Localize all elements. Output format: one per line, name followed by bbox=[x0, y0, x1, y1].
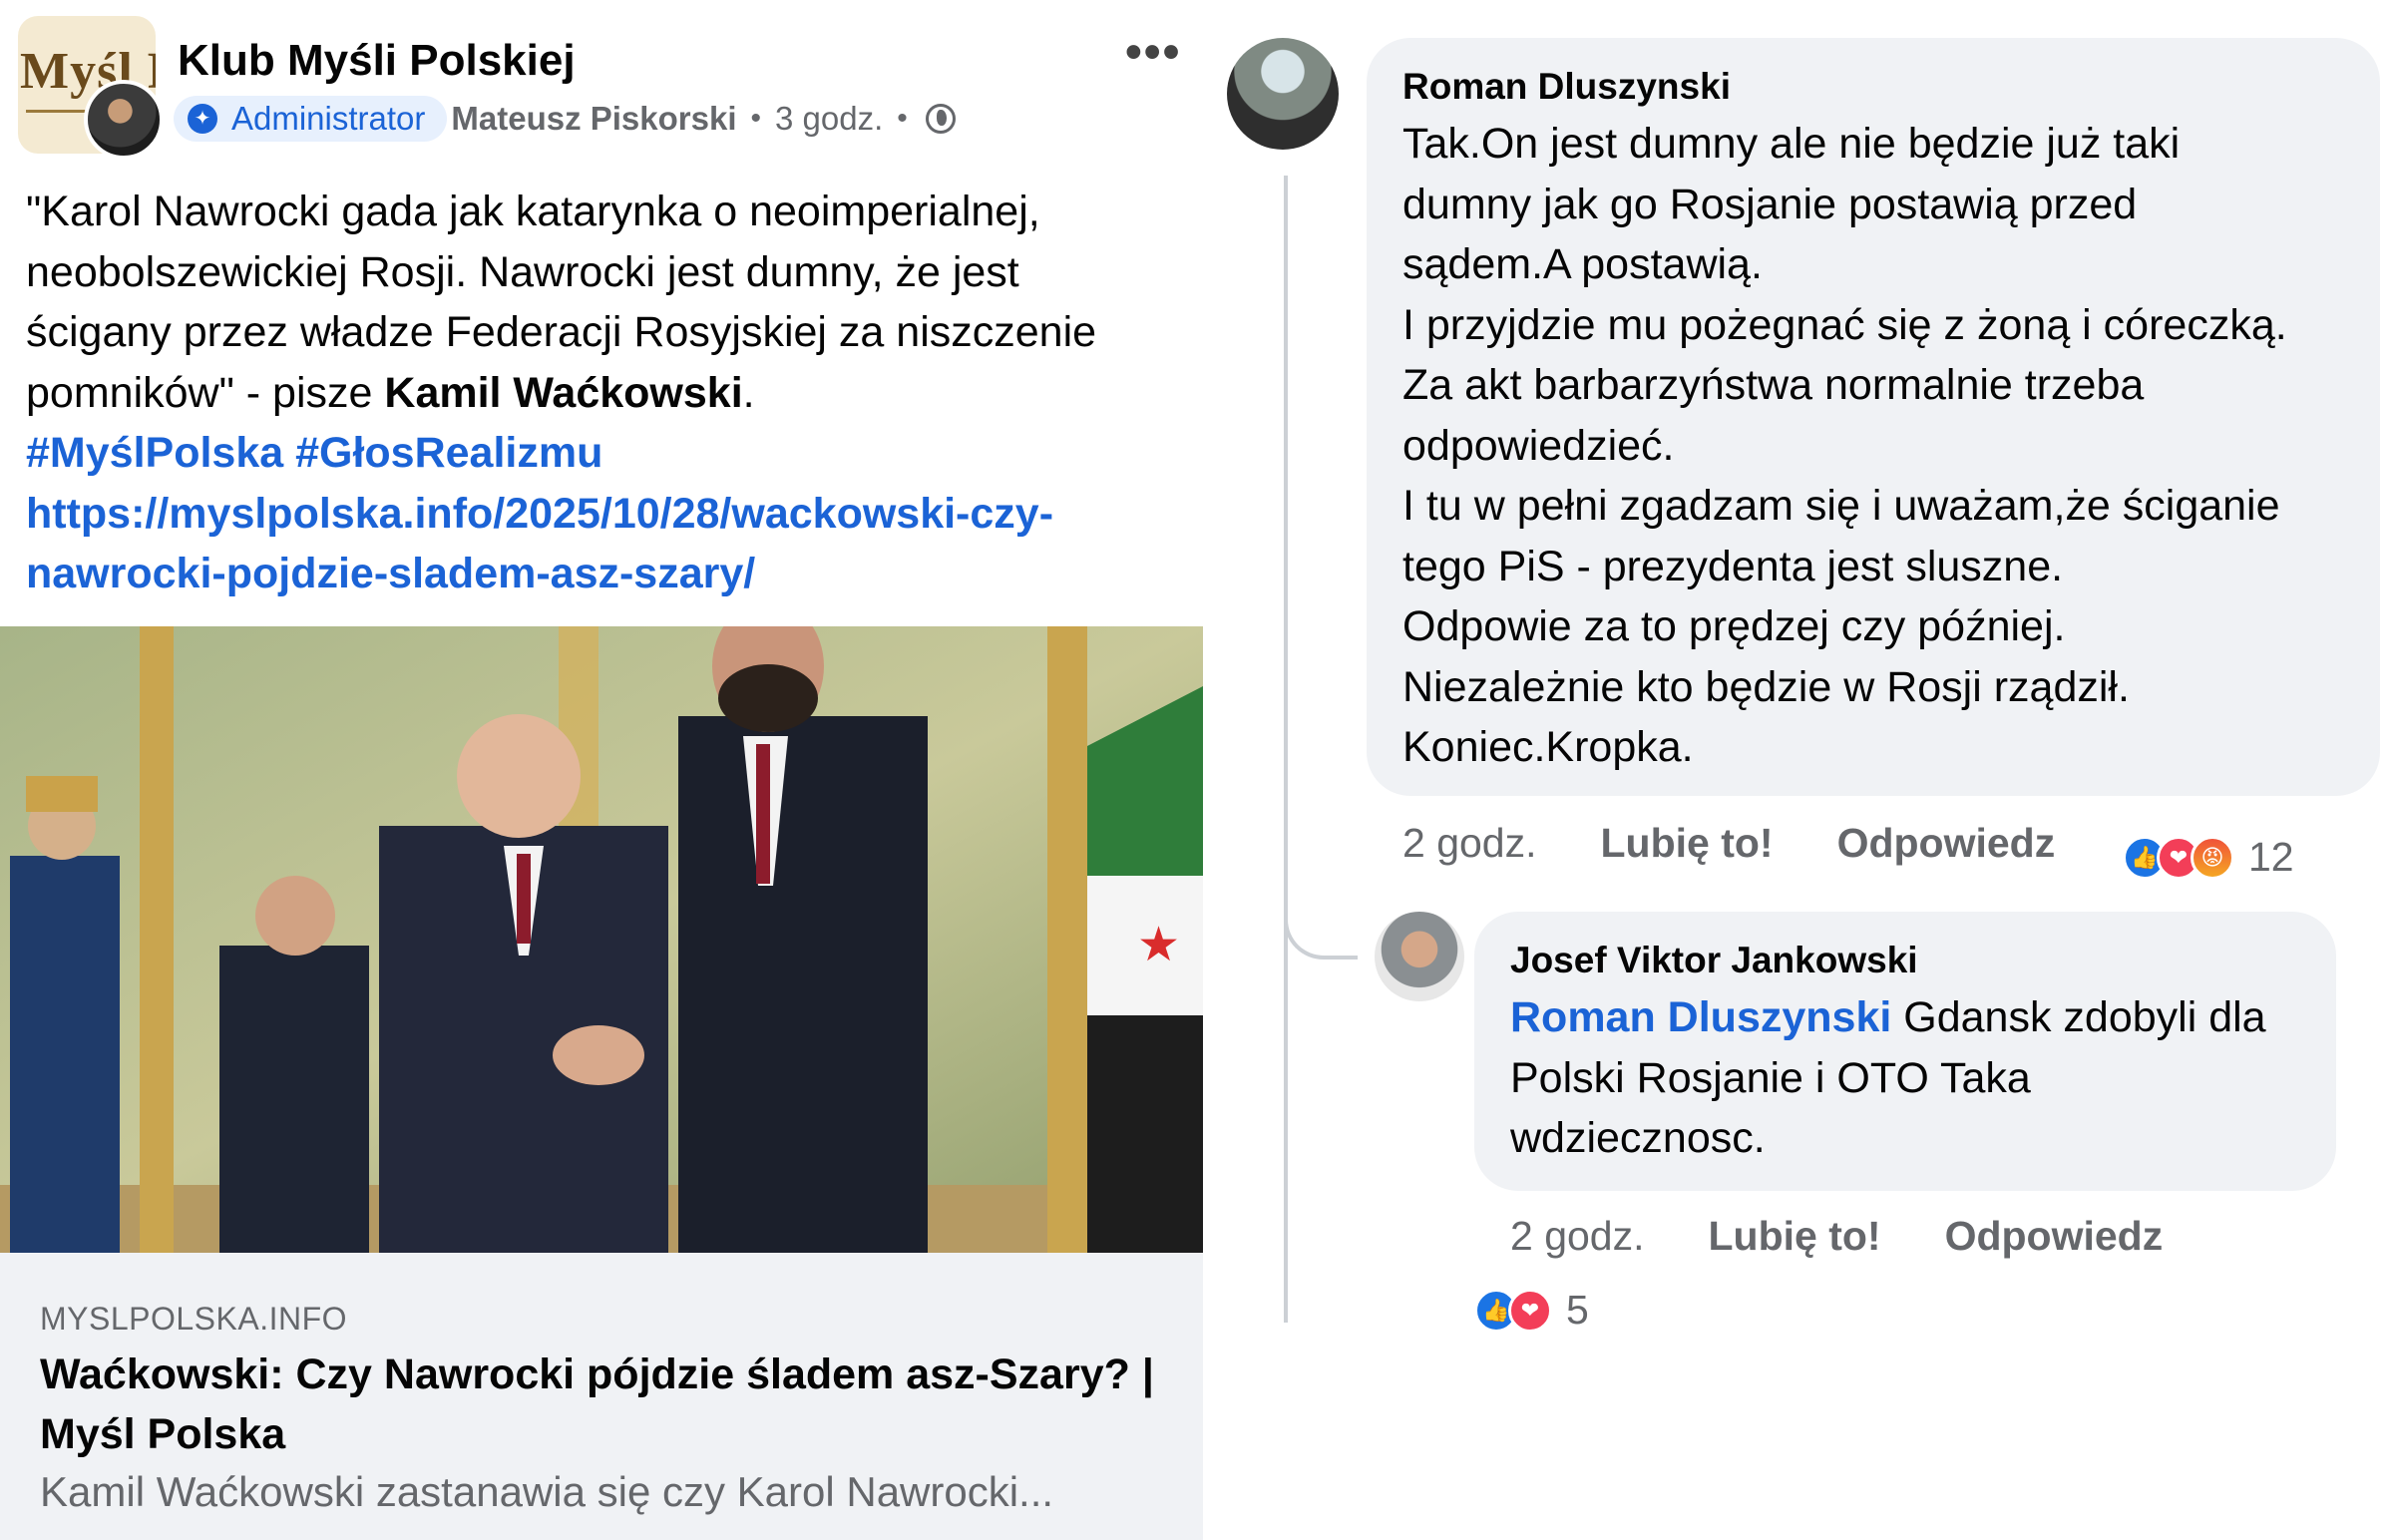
comment-actions: 2 godz. Lubię to! Odpowiedz bbox=[1402, 820, 2055, 867]
comment-text: Tak.On jest dumny ale nie będzie już tak… bbox=[1402, 114, 2287, 778]
globe-icon[interactable] bbox=[925, 104, 956, 134]
link-title[interactable]: Waćkowski: Czy Nawrocki pójdzie śladem a… bbox=[40, 1345, 1187, 1464]
reply-actions: 2 godz. Lubię to! Odpowiedz bbox=[1510, 1213, 2163, 1260]
admin-badge-icon: ✦ bbox=[188, 104, 217, 134]
post-text-line: neobolszewickiej Rosji. Nawrocki jest du… bbox=[26, 247, 1019, 296]
reply-text-line: Polski Rosjanie i OTO Taka bbox=[1510, 1053, 2031, 1102]
comment-text-line: Niezależnie kto będzie w Rosji rządził. bbox=[1402, 662, 2130, 711]
meta-separator: • bbox=[750, 102, 762, 135]
facebook-post: Myśl Polska Klub Myśli Polskiej ✦ Admini… bbox=[0, 0, 1207, 1540]
comment-author[interactable]: Roman Dluszynski bbox=[1402, 66, 1731, 108]
admin-badge[interactable]: ✦ Administrator bbox=[174, 96, 448, 142]
reply-text-rest: Gdansk zdobyli dla bbox=[1891, 993, 2266, 1041]
post-text-line: pomników" - pisze Kamil Waćkowski. bbox=[26, 363, 1193, 424]
comment-text-line: Tak.On jest dumny ale nie będzie już tak… bbox=[1402, 120, 2181, 168]
reaction-count: 12 bbox=[2248, 834, 2294, 880]
post-body: "Karol Nawrocki gada jak katarynka o neo… bbox=[26, 182, 1193, 604]
comment-text-line: Odpowie za to prędzej czy później. bbox=[1402, 602, 2066, 650]
link-preview-image[interactable]: ★ bbox=[0, 626, 1203, 1253]
commenter-avatar[interactable] bbox=[1227, 38, 1339, 150]
post-meta: ✦ Administrator Mateusz Piskorski • 3 go… bbox=[174, 94, 956, 144]
post-text-prefix: pomników" - pisze bbox=[26, 368, 385, 417]
author-avatar[interactable] bbox=[84, 80, 164, 160]
hashtags-link[interactable]: #MyślPolska #GłosRealizmu bbox=[26, 423, 1193, 484]
post-timestamp[interactable]: 3 godz. bbox=[775, 100, 883, 138]
post-text-line: ścigany przez władze Federacji Rosyjskie… bbox=[26, 308, 1097, 356]
more-options-icon[interactable]: ••• bbox=[1125, 29, 1181, 77]
comment-thread-line bbox=[1284, 176, 1288, 1323]
reply-text-line: Roman Dluszynski Gdansk zdobyli dla bbox=[1510, 987, 2266, 1048]
reply-timestamp[interactable]: 2 godz. bbox=[1510, 1213, 1645, 1260]
post-url-link[interactable]: nawrocki-pojdzie-sladem-asz-szary/ bbox=[26, 544, 1193, 604]
preview-photo-illustration: ★ bbox=[0, 626, 1203, 1253]
comment-text-line: I przyjdzie mu pożegnać się z żoną i cór… bbox=[1402, 300, 2287, 349]
reply-text-line: wdziecznosc. bbox=[1510, 1114, 1766, 1162]
post-text-suffix: . bbox=[742, 368, 755, 417]
reply-reactions[interactable]: 👍 ❤ 5 bbox=[1474, 1287, 1589, 1334]
link-description: Kamil Waćkowski zastanawia się czy Karol… bbox=[40, 1468, 1054, 1515]
comment-text-line: Za akt barbarzyństwa normalnie trzeba bbox=[1402, 361, 2145, 409]
reply-button[interactable]: Odpowiedz bbox=[1837, 820, 2056, 867]
like-button[interactable]: Lubię to! bbox=[1709, 1213, 1881, 1260]
comment-reactions[interactable]: 👍 ❤ 😡 12 bbox=[2123, 834, 2294, 881]
link-preview-caption[interactable]: MYSLPOLSKA.INFO Waćkowski: Czy Nawrocki … bbox=[0, 1253, 1203, 1540]
comment-text-line: dumny jak go Rosjanie postawią przed bbox=[1402, 180, 2138, 228]
post-text-line: "Karol Nawrocki gada jak katarynka o neo… bbox=[26, 188, 1040, 235]
love-reaction-icon: ❤ bbox=[1508, 1288, 1552, 1333]
post-text-bold-name: Kamil Waćkowski bbox=[384, 368, 743, 417]
angry-reaction-icon: 😡 bbox=[2191, 835, 2234, 880]
comment-timestamp[interactable]: 2 godz. bbox=[1402, 820, 1537, 867]
reply-author-avatar[interactable] bbox=[1375, 912, 1464, 1001]
svg-text:★: ★ bbox=[1137, 917, 1180, 972]
comment-text-line: tego PiS - prezydenta jest sluszne. bbox=[1402, 542, 2064, 590]
reply-author[interactable]: Josef Viktor Jankowski bbox=[1510, 940, 1918, 981]
reaction-count: 5 bbox=[1566, 1287, 1589, 1333]
comment-text-line: Koniec.Kropka. bbox=[1402, 723, 1694, 771]
comment-text-line: I tu w pełni zgadzam się i uważam,że ści… bbox=[1402, 482, 2280, 530]
admin-badge-label: Administrator bbox=[231, 100, 426, 137]
comment-text-line: sądem.A postawią. bbox=[1402, 240, 1763, 288]
link-domain: MYSLPOLSKA.INFO bbox=[40, 1301, 348, 1337]
meta-separator: • bbox=[897, 102, 908, 135]
reply-button[interactable]: Odpowiedz bbox=[1945, 1213, 2164, 1260]
mention-link[interactable]: Roman Dluszynski bbox=[1510, 993, 1891, 1041]
group-name[interactable]: Klub Myśli Polskiej bbox=[178, 36, 576, 86]
post-url-link[interactable]: https://myslpolska.info/2025/10/28/wacko… bbox=[26, 484, 1193, 545]
reply-text: Roman Dluszynski Gdansk zdobyli dla Pols… bbox=[1510, 987, 2266, 1169]
comment-text-line: odpowiedzieć. bbox=[1402, 421, 1675, 470]
post-author-name[interactable]: Mateusz Piskorski bbox=[451, 100, 736, 138]
reply-connector-line bbox=[1284, 898, 1358, 960]
like-button[interactable]: Lubię to! bbox=[1601, 820, 1774, 867]
